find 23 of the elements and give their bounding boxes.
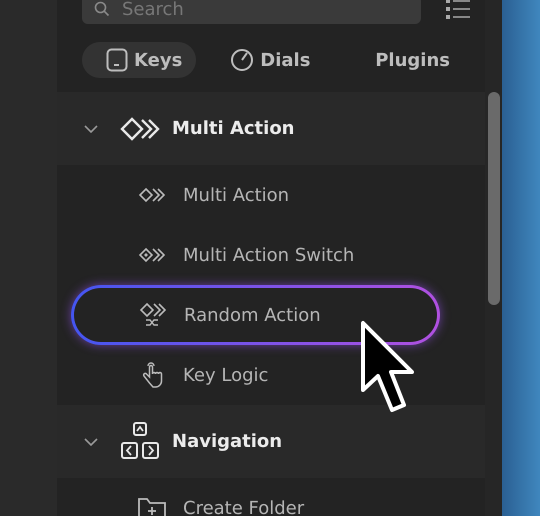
folder-icon [137,496,167,516]
action-item[interactable]: Key Logic [71,345,440,405]
action-item[interactable]: Multi Action [71,165,440,225]
tab[interactable]: Plugins [351,42,460,78]
dial-icon [230,48,254,72]
key-icon [106,48,128,72]
arrow-keys-icon [120,422,160,462]
category-header[interactable]: Navigation [57,405,485,478]
tab[interactable]: Keys [82,42,196,78]
diamond-chevrons-icon [120,116,160,140]
tab[interactable]: Dials [206,42,324,78]
action-item[interactable]: Multi Action Switch [71,225,440,285]
category-title: Navigation [172,431,282,452]
list-view-icon[interactable] [446,0,470,20]
scrollbar-thumb[interactable] [488,92,500,305]
diamond-chevrons-icon [138,187,166,203]
diamond-chevrons-icon [138,247,166,263]
search-field[interactable]: Search [82,0,421,24]
hand-pointer-icon [140,361,164,389]
shuffle-diamond-icon [139,302,167,328]
category-header[interactable]: Multi Action [57,92,485,165]
action-item[interactable]: Create Folder [71,478,440,516]
category-title: Multi Action [172,118,294,139]
